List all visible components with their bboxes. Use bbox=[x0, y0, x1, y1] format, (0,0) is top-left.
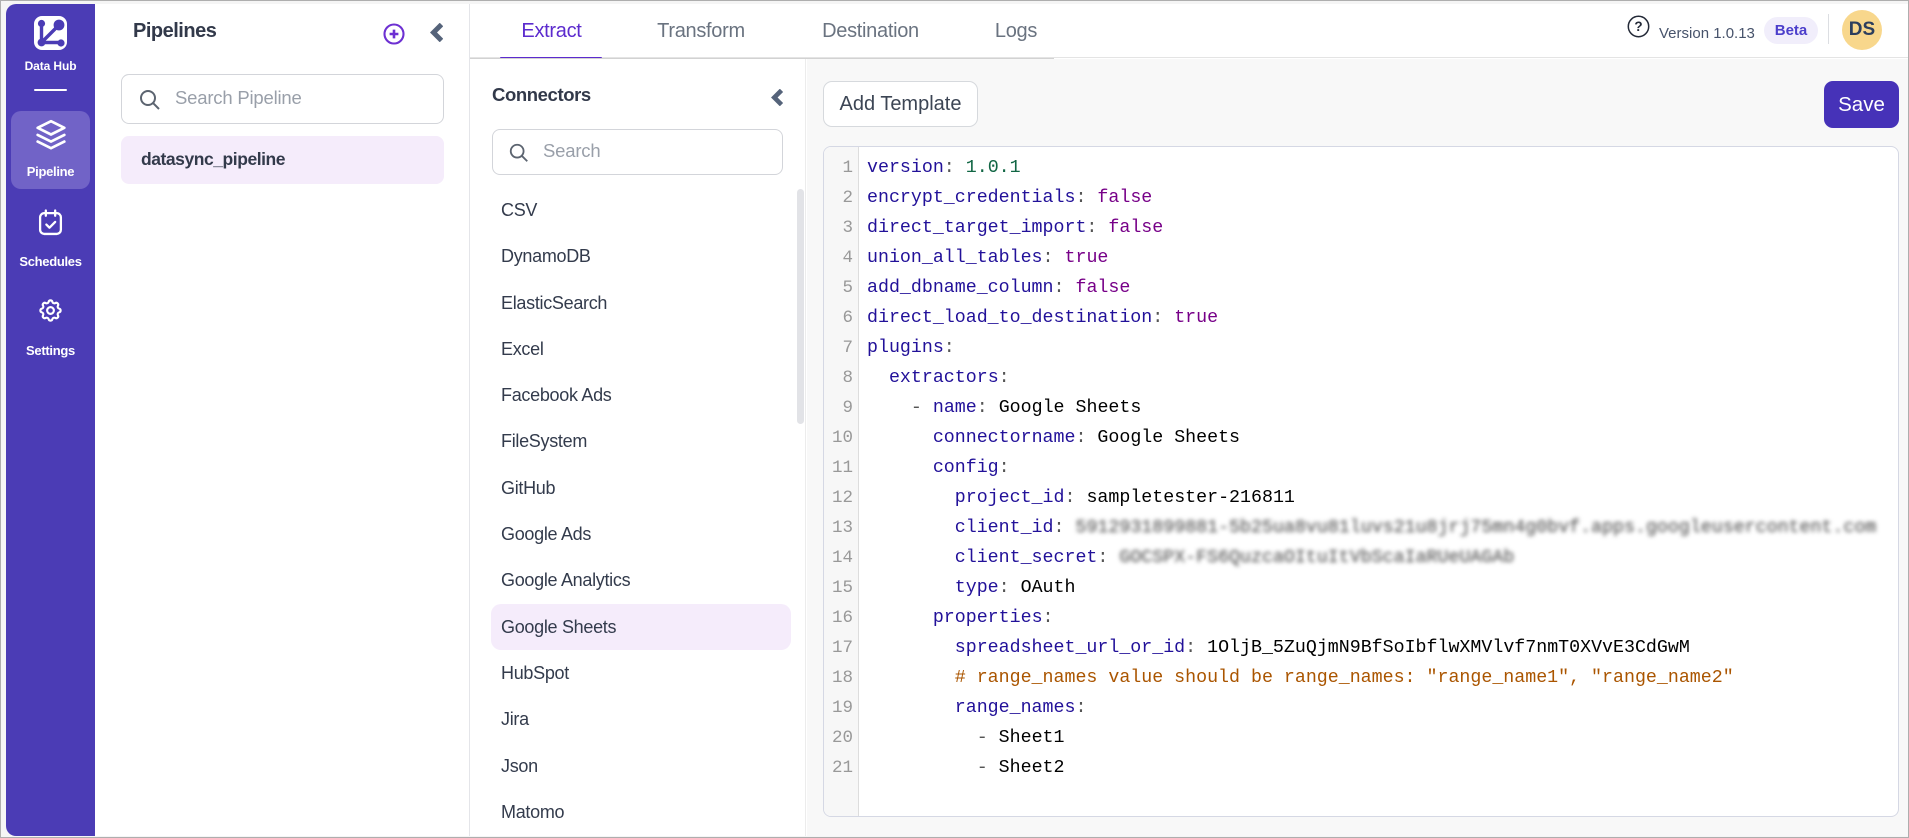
svg-text:?: ? bbox=[1634, 19, 1642, 34]
